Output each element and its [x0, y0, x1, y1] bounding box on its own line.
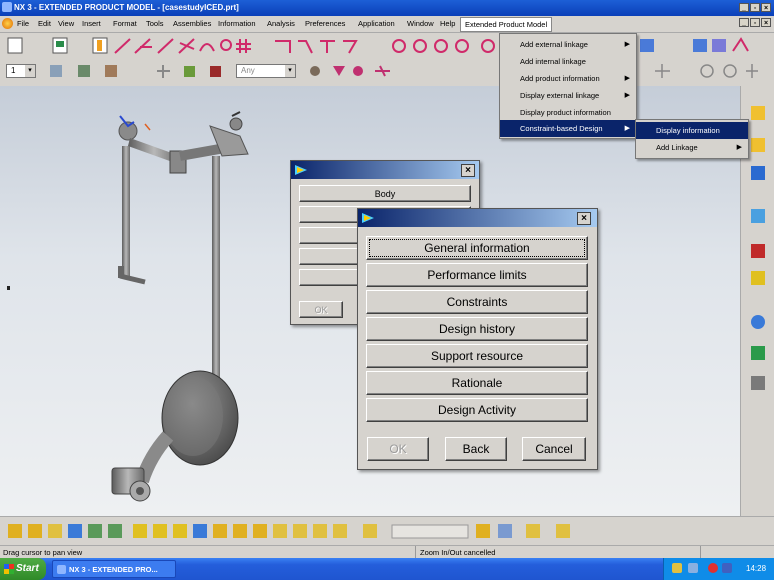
menu-item-add-product-information[interactable]: Add product information ▶ — [500, 70, 636, 87]
menu-bar: File Edit View Insert Format Tools Assem… — [0, 16, 774, 33]
nx-logo-icon — [295, 165, 307, 175]
menu-information[interactable]: Information — [218, 19, 256, 28]
nx-logo-icon — [362, 213, 374, 223]
window-title: NX 3 - EXTENDED PRODUCT MODEL - [casestu… — [14, 3, 239, 12]
close-icon[interactable]: × — [761, 3, 771, 12]
submenu-arrow-icon: ▶ — [624, 92, 630, 99]
menu-file[interactable]: File — [17, 19, 29, 28]
back-button[interactable]: Back — [445, 437, 507, 461]
document-icon[interactable] — [2, 18, 13, 29]
doc-window-controls: _ ▫ × — [739, 18, 771, 27]
menu-item-add-external-linkage[interactable]: Add external linkage ▶ — [500, 36, 636, 53]
tray-icon[interactable] — [672, 563, 682, 573]
taskbar-item-nx[interactable]: NX 3 - EXTENDED PRO... — [52, 560, 176, 578]
body-dialog-title-bar[interactable] — [291, 161, 479, 179]
body-button[interactable]: Body — [299, 185, 471, 202]
window-title-bar[interactable]: NX 3 - EXTENDED PRODUCT MODEL - [casestu… — [0, 0, 774, 16]
support-resource-button[interactable]: Support resource — [366, 344, 588, 368]
toolbar-row-1 — [0, 33, 774, 59]
submenu-arrow-icon: ▶ — [736, 144, 742, 151]
rationale-button[interactable]: Rationale — [366, 371, 588, 395]
status-message: Zoom In/Out cancelled — [420, 548, 496, 557]
toolbar-row-1-icons — [7, 37, 749, 54]
status-bar: Drag cursor to pan view Zoom In/Out canc… — [0, 545, 774, 559]
body-dialog-ok-button[interactable]: OK — [299, 301, 343, 318]
menu-item-display-external-linkage[interactable]: Display external linkage ▶ — [500, 87, 636, 104]
submenu-arrow-icon: ▶ — [624, 75, 630, 82]
cbd-submenu: Display information Add Linkage ▶ — [635, 119, 749, 159]
doc-restore-icon[interactable]: ▫ — [750, 18, 760, 27]
menu-item-display-product-information[interactable]: Display product information — [500, 104, 636, 121]
bottom-toolbar-icons — [8, 524, 570, 539]
menu-item-label: Add Linkage — [656, 143, 698, 152]
constraints-button[interactable]: Constraints — [366, 290, 588, 314]
menu-item-label: Display product information — [520, 108, 611, 117]
menu-tools[interactable]: Tools — [146, 19, 164, 28]
design-information-dialog: × General information Performance limits… — [357, 208, 598, 470]
dialog-close-icon[interactable]: × — [577, 212, 591, 225]
design-history-button[interactable]: Design history — [366, 317, 588, 341]
menu-item-label: Add internal linkage — [520, 57, 586, 66]
tray-icon[interactable] — [688, 563, 698, 573]
menu-item-label: Add external linkage — [520, 40, 588, 49]
restore-icon[interactable]: ▫ — [750, 3, 760, 12]
menu-window[interactable]: Window — [407, 19, 434, 28]
doc-minimize-icon[interactable]: _ — [739, 18, 749, 27]
ok-button[interactable]: OK — [367, 437, 429, 461]
menu-item-add-internal-linkage[interactable]: Add internal linkage — [500, 53, 636, 70]
sash-marker — [7, 286, 10, 290]
menu-item-label: Add product information — [520, 74, 600, 83]
menu-extended-product-model[interactable]: Extended Product Model — [460, 17, 553, 32]
submenu-arrow-icon: ▶ — [624, 41, 630, 48]
design-information-dialog-title-bar[interactable] — [358, 209, 597, 227]
menu-application[interactable]: Application — [358, 19, 395, 28]
menu-analysis[interactable]: Analysis — [267, 19, 295, 28]
doc-close-icon[interactable]: × — [761, 18, 771, 27]
body-dialog-close-icon[interactable]: × — [461, 164, 475, 177]
nx-app-icon — [2, 2, 12, 12]
taskbar: Start NX 3 - EXTENDED PRO... 14:28 — [0, 558, 774, 580]
menu-item-display-information[interactable]: Display information — [636, 122, 748, 139]
taskbar-item-label: NX 3 - EXTENDED PRO... — [69, 565, 158, 574]
window-controls: _ ▫ × — [739, 3, 771, 12]
menu-insert[interactable]: Insert — [82, 19, 101, 28]
toolbar-row-2-icons — [50, 64, 758, 78]
menu-preferences[interactable]: Preferences — [305, 19, 345, 28]
submenu-arrow-icon: ▶ — [624, 125, 630, 132]
clock: 14:28 — [746, 564, 767, 573]
start-button[interactable]: Start — [0, 558, 46, 580]
menu-item-label: Display information — [656, 126, 720, 135]
performance-limits-button[interactable]: Performance limits — [366, 263, 588, 287]
menu-item-label: Constraint-based Design — [520, 124, 603, 133]
menu-format[interactable]: Format — [113, 19, 137, 28]
minimize-icon[interactable]: _ — [739, 3, 749, 12]
status-prompt: Drag cursor to pan view — [3, 548, 83, 557]
menu-assemblies[interactable]: Assemblies — [173, 19, 211, 28]
menu-view[interactable]: View — [58, 19, 74, 28]
design-activity-button[interactable]: Design Activity — [366, 398, 588, 422]
general-information-button[interactable]: General information — [366, 236, 588, 260]
start-label: Start — [16, 563, 39, 574]
tray-icon[interactable] — [722, 563, 732, 573]
toolbar-row-2: 1 ▾ Any ▾ — [0, 58, 774, 87]
menu-item-constraint-based-design[interactable]: Constraint-based Design ▶ — [500, 120, 636, 137]
nx-taskbar-icon — [57, 565, 66, 574]
bottom-toolbar — [0, 516, 774, 546]
cancel-button[interactable]: Cancel — [522, 437, 586, 461]
windows-logo-icon — [4, 564, 14, 574]
system-tray: 14:28 — [663, 558, 774, 580]
epm-dropdown-menu: Add external linkage ▶ Add internal linka… — [499, 33, 637, 139]
menu-item-label: Display external linkage — [520, 91, 600, 100]
menu-item-add-linkage[interactable]: Add Linkage ▶ — [636, 139, 748, 156]
menu-help[interactable]: Help — [440, 19, 455, 28]
tray-icon[interactable] — [708, 563, 718, 573]
menu-edit[interactable]: Edit — [38, 19, 51, 28]
